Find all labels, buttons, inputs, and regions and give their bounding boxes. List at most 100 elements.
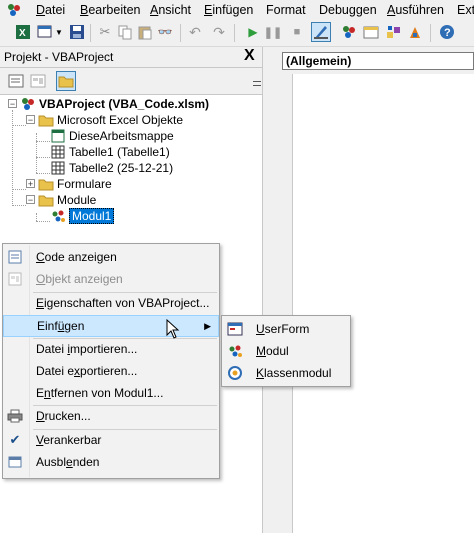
tree-node-label: Tabelle2 (25-12-21) [69, 161, 174, 175]
menu-item-label: Einfügen [37, 319, 85, 333]
menu-ausfuehren[interactable]: Ausführen [387, 3, 444, 17]
menu-item-object-show[interactable]: Objekt anzeigen [3, 268, 219, 290]
project-tree: − VBAProject (VBA_Code.xlsm) − Microsoft… [0, 95, 262, 245]
paste-button[interactable] [136, 23, 154, 41]
code-view-icon [8, 74, 24, 88]
excel-icon: X [16, 25, 30, 39]
tree-connector [12, 205, 26, 206]
excel-view-button[interactable]: X [14, 23, 32, 41]
help-button[interactable]: ? [438, 23, 456, 41]
tree-node-workbook[interactable]: DieseArbeitsmappe [50, 128, 174, 144]
printer-icon [7, 408, 23, 424]
userform-icon [227, 321, 243, 337]
tree-node-excel-objects[interactable]: Microsoft Excel Objekte [38, 112, 183, 128]
submenu-arrow-icon: ▶ [204, 320, 211, 331]
submenu-item-userform[interactable]: UserForm [222, 318, 350, 340]
break-button[interactable]: ❚❚ [264, 23, 282, 41]
tree-node-forms[interactable]: Formulare [38, 176, 112, 192]
menu-item-export[interactable]: Datei exportieren... [3, 360, 219, 382]
tree-connector [36, 141, 50, 142]
project-explorer-button[interactable] [340, 23, 358, 41]
menu-item-import[interactable]: Datei importieren... [3, 338, 219, 360]
view-object-button[interactable] [28, 71, 48, 91]
code-margin[interactable] [270, 74, 293, 533]
menu-item-remove[interactable]: Entfernen von Modul1... [3, 382, 219, 404]
object-view-icon [7, 271, 23, 287]
folder-open-icon [38, 192, 54, 208]
menu-item-insert[interactable]: Einfügen ▶ [3, 315, 219, 337]
toolbar-separator [180, 24, 181, 42]
object-browser-icon [387, 26, 400, 38]
expander-forms[interactable]: + [26, 179, 35, 189]
run-button[interactable]: ▶ [244, 23, 262, 41]
hide-window-icon [7, 454, 23, 470]
svg-text:?: ? [444, 27, 451, 39]
tree-node-label-selected: Modul1 [69, 208, 115, 224]
menu-item-dockable[interactable]: ✔ Verankerbar [3, 429, 219, 451]
cut-button[interactable]: ✂ [96, 23, 114, 41]
tree-connector [36, 213, 37, 221]
tree-node-module1[interactable]: Modul1 [50, 208, 115, 224]
menu-item-hide[interactable]: Ausblenden [3, 451, 219, 473]
toolbar-separator [234, 24, 235, 42]
find-button[interactable]: 👓 [156, 23, 174, 41]
workbook-icon [50, 128, 66, 144]
submenu-item-classmodule[interactable]: Klassenmodul [222, 362, 350, 384]
properties-icon [363, 26, 379, 39]
reset-button[interactable]: ■ [288, 23, 306, 41]
submenu-item-label: Klassenmodul [256, 366, 332, 380]
menu-item-code-show[interactable]: Code anzeigen [3, 246, 219, 268]
project-explorer-toolbar [0, 68, 262, 95]
menu-bearbeiten[interactable]: Bearbeiten [80, 3, 140, 17]
tree-node-modules[interactable]: Module [38, 192, 96, 208]
expander-root[interactable]: − [8, 99, 17, 109]
design-mode-icon [314, 26, 328, 39]
pause-icon: ❚❚ [263, 26, 283, 39]
submenu-item-module[interactable]: Modul [222, 340, 350, 362]
menu-einfuegen[interactable]: Einfügen [204, 3, 253, 17]
tree-node-sheet1[interactable]: Tabelle1 (Tabelle1) [50, 144, 170, 160]
menu-datei[interactable]: Datei [36, 3, 65, 17]
object-browser-button[interactable] [384, 23, 402, 41]
menu-debuggen[interactable]: Debuggen [319, 3, 377, 17]
mouse-cursor-icon [166, 319, 180, 339]
toolbox-button[interactable] [406, 23, 424, 41]
redo-button[interactable]: ↷ [210, 23, 228, 41]
copy-button[interactable] [116, 23, 134, 41]
tree-node-sheet2[interactable]: Tabelle2 (25-12-21) [50, 160, 173, 176]
properties-window-button[interactable] [362, 23, 380, 41]
copy-icon [118, 25, 132, 40]
design-mode-button[interactable] [311, 22, 331, 42]
insert-userform-button[interactable] [36, 23, 54, 41]
undo-button[interactable]: ↶ [186, 23, 204, 41]
tree-node-label: VBAProject (VBA_Code.xlsm) [39, 97, 210, 111]
menu-format[interactable]: Format [266, 3, 306, 17]
toggle-folders-button[interactable] [56, 71, 76, 91]
code-editor[interactable] [293, 74, 474, 533]
save-button[interactable] [68, 23, 86, 41]
project-scrollbar[interactable] [252, 68, 262, 94]
undo-icon: ↶ [189, 23, 201, 40]
expander-excel-objects[interactable]: − [26, 115, 35, 125]
tree-connector [36, 133, 37, 173]
view-code-button[interactable] [6, 71, 26, 91]
expander-modules[interactable]: − [26, 195, 35, 205]
standard-toolbar: X ▼ ✂ 👓 ↶ ↷ ▶ ❚❚ ■ ? [0, 20, 474, 47]
tree-node-vbaproject[interactable]: VBAProject (VBA_Code.xlsm) [20, 96, 209, 112]
menu-extras[interactable]: Ext [457, 3, 474, 17]
menu-item-label: Entfernen von Modul1... [36, 386, 164, 400]
menu-item-label: Code anzeigen [36, 250, 117, 264]
menu-item-print[interactable]: Drucken... [3, 405, 219, 427]
tree-node-label: Tabelle1 (Tabelle1) [69, 145, 170, 159]
close-icon[interactable]: X [244, 48, 255, 64]
tree-node-label: DieseArbeitsmappe [69, 129, 174, 143]
object-combobox[interactable]: (Allgemein) [282, 52, 474, 70]
menu-ansicht[interactable]: Ansicht [150, 3, 191, 17]
folder-icon [58, 76, 74, 88]
menu-item-properties[interactable]: Eigenschaften von VBAProject... [3, 292, 219, 314]
insert-dropdown-button[interactable]: ▼ [54, 23, 64, 41]
menu-item-label: Datei exportieren... [36, 364, 138, 378]
redo-icon: ↷ [213, 23, 225, 40]
project-explorer-header: Projekt - VBAProject X [0, 47, 262, 68]
tree-connector [36, 221, 50, 222]
